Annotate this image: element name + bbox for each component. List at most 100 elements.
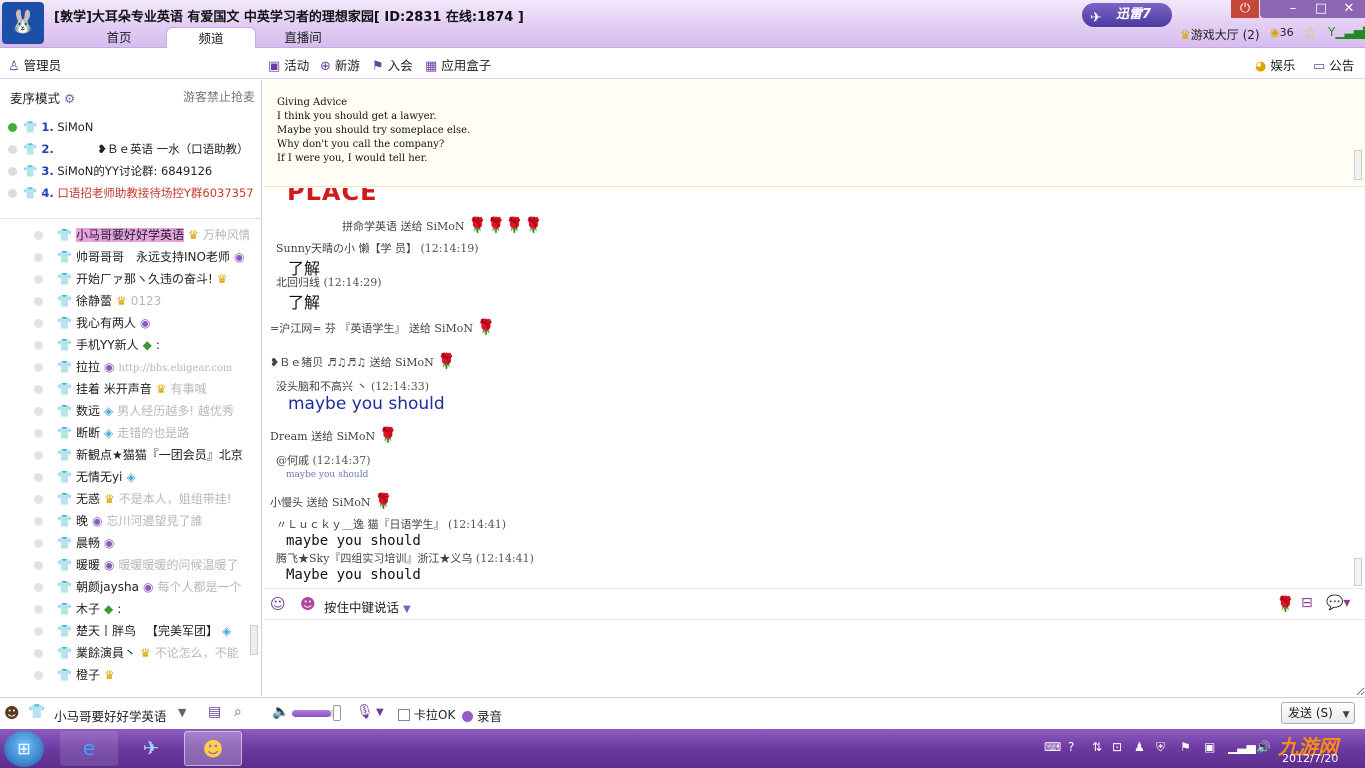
user-list-item[interactable]: 👕 暖暖 ◉ 暖暖暖暖的问候温暖了 xyxy=(34,556,249,576)
rose-gift-icon[interactable]: 🌹 xyxy=(1276,595,1295,613)
microphone-icon[interactable]: 🎙 xyxy=(356,704,374,720)
power-icon[interactable]: ⏻ xyxy=(1231,0,1259,18)
user-list-item[interactable]: 👕 徐静蕾 ♛ 0123 xyxy=(34,292,249,312)
user-list-item[interactable]: 👕 数远 ◈ 男人经历越多! 越优秀 xyxy=(34,402,249,422)
mic-queue-item[interactable]: 👕 1. SiMoN xyxy=(8,120,93,140)
yy-app-icon[interactable]: ☻ xyxy=(184,731,242,766)
search-icon[interactable]: ⌕ xyxy=(234,704,242,720)
game-hall-link[interactable]: ♛游戏大厅 (2) xyxy=(1180,26,1260,43)
chevron-down-icon[interactable]: ▼ xyxy=(376,707,384,718)
yy-logo-icon[interactable]: 🐰 xyxy=(2,2,44,44)
admin-button[interactable]: ♙ 管理员 xyxy=(8,55,61,74)
app-box-button[interactable]: ▦ 应用盒子 xyxy=(425,55,491,74)
sender-name[interactable]: 〃Ｌｕｃｋｙ＿逸 猫『日语学生』 xyxy=(276,518,445,531)
notes-icon[interactable]: ▤ xyxy=(208,704,221,720)
maximize-icon[interactable]: □ xyxy=(1307,0,1335,18)
user-list-scrollbar[interactable] xyxy=(250,625,258,655)
user-list-item[interactable]: 👕 橙子 ♛ xyxy=(34,666,249,686)
send-button[interactable]: 发送 (S) ▼ xyxy=(1281,702,1355,724)
volume-slider[interactable] xyxy=(292,710,338,717)
karaoke-checkbox[interactable]: 卡拉OK xyxy=(398,706,455,723)
gift-box-icon[interactable]: ⊟ xyxy=(1301,595,1313,611)
entertainment-button[interactable]: ◕ 娱乐 xyxy=(1255,55,1295,74)
join-button[interactable]: ⚑ 入会 xyxy=(372,55,413,74)
new-game-button[interactable]: ⊕ 新游 xyxy=(320,55,360,74)
gift-message: 小慢头 送给 SiMoN 🌹 xyxy=(270,492,393,510)
user-list-item[interactable]: 👕 晨畅 ◉ xyxy=(34,534,249,554)
chat-bubble-icon[interactable]: 💬▾ xyxy=(1326,595,1350,611)
user-list-item[interactable]: 👕 小马哥要好好学英语 ♛ 万种风情 xyxy=(34,226,249,246)
star-icon[interactable]: ☆ xyxy=(1303,23,1317,42)
user-list-item[interactable]: 👕 无惑 ♛ 不是本人，姐组带挂! xyxy=(34,490,249,510)
user-list-item[interactable]: 👕 无情无yi ◈ xyxy=(34,468,249,488)
user-list-item[interactable]: 👕 晚 ◉ 忘川河邊望見了誰 xyxy=(34,512,249,532)
rose-icon: 🌹 xyxy=(378,426,398,444)
user-list-item[interactable]: 👕 开始ㄏァ那ヽ久违の奋斗! ♛ xyxy=(34,270,249,290)
system-clock-date[interactable]: 2012/7/20 xyxy=(1282,752,1338,765)
tab-live[interactable]: 直播间 xyxy=(258,27,348,48)
device-icon[interactable]: ▣ xyxy=(1204,740,1215,754)
volume-icon[interactable]: 🔊 xyxy=(1256,740,1271,754)
tab-home[interactable]: 首页 xyxy=(78,27,160,48)
signal-bars-icon[interactable]: ▁▃▅ xyxy=(1228,740,1256,754)
face-sticker-icon[interactable]: ☻ xyxy=(300,595,316,613)
sender-name[interactable]: 没头脑和不高兴 丶 xyxy=(276,380,368,393)
internet-explorer-icon[interactable]: e xyxy=(60,731,118,766)
user-list-item[interactable]: 👕 朝颜jaysha ◉ 每个人都是一个 xyxy=(34,578,249,598)
chevron-down-icon[interactable]: ▼ xyxy=(178,706,186,719)
queue-name: 口语招老师助教接待场控Y群6037357 xyxy=(57,186,254,200)
tab-channel[interactable]: 频道 xyxy=(166,27,256,48)
user-list-item[interactable]: 👕 手机YY新人 ◆: xyxy=(34,336,249,356)
minimize-icon[interactable]: – xyxy=(1279,0,1307,18)
qq-icon[interactable]: ♟ xyxy=(1134,740,1145,754)
self-name[interactable]: 小马哥要好好学英语 xyxy=(54,706,167,725)
user-signature: 永远支持INO老师 xyxy=(135,250,230,264)
xunlei-bird-icon: ✈ xyxy=(1090,10,1102,26)
mic-queue-item[interactable]: 👕 4. 口语招老师助教接待场控Y群6037357 xyxy=(8,185,254,205)
user-list-item[interactable]: 👕 新観点★猫猫『一团会员』北京 xyxy=(34,446,249,466)
emoji-icon[interactable]: ☺ xyxy=(270,595,286,613)
sender-name[interactable]: 北回归线 xyxy=(276,276,320,289)
sender-name[interactable]: @何戚 xyxy=(276,454,309,467)
broadcast-scrollbar[interactable] xyxy=(1354,150,1362,180)
mic-queue-item[interactable]: 👕 2. ❥Ｂｅ英语 一水（口语助教） xyxy=(8,141,249,161)
close-icon[interactable]: ✕ xyxy=(1335,0,1363,18)
bird-app-icon[interactable]: ✈ xyxy=(122,731,180,766)
message-time: (12:14:37) xyxy=(312,454,371,467)
keyboard-icon[interactable]: ⌨ xyxy=(1044,740,1061,754)
mic-mode-selector[interactable]: 麦序模式 ⚙ xyxy=(10,88,75,107)
user-list-item[interactable]: 👕 帅哥哥哥 永远支持INO老师 ◉ xyxy=(34,248,249,268)
flag-icon[interactable]: ⚑ xyxy=(1180,740,1191,754)
language-icon[interactable]: ⊡ xyxy=(1112,740,1122,754)
coin-counter[interactable]: ◉36 xyxy=(1270,26,1294,39)
avatar[interactable]: ☻ xyxy=(4,704,20,722)
user-list-item[interactable]: 👕 拉拉 ◉ http://bbs.ebigear.com xyxy=(34,358,249,378)
start-button[interactable]: ⊞ xyxy=(4,731,44,767)
user-list-item[interactable]: 👕 挂着 米开声音 ♛ 有事喊 xyxy=(34,380,249,400)
chat-scrollbar[interactable] xyxy=(1354,558,1362,586)
message-input[interactable] xyxy=(264,620,1365,696)
mic-queue-item[interactable]: 👕 3. SiMoN的YY讨论群: 6849126 xyxy=(8,163,212,183)
user-list-item[interactable]: 👕 我心有两人 ◉ xyxy=(34,314,249,334)
network-icon[interactable]: ⇅ xyxy=(1092,740,1102,754)
xunlei-button[interactable]: ✈ 迅雷7 xyxy=(1082,3,1172,27)
volume-slider-handle[interactable] xyxy=(333,705,341,721)
user-list-item[interactable]: 👕 断断 ◈ 走错的也是路 xyxy=(34,424,249,444)
activity-button[interactable]: ▣ 活动 xyxy=(268,55,309,74)
user-list-item[interactable]: 👕 業餘演員丶 ♛ 不论怎么，不能 xyxy=(34,644,249,664)
announcement-button[interactable]: ▭ 公告 xyxy=(1313,55,1354,74)
speaker-icon[interactable]: 🔈 xyxy=(272,704,289,720)
push-to-talk-dropdown[interactable]: 按住中键说话 ▼ xyxy=(324,597,411,616)
sender-name[interactable]: Sunny天晴の小 懒【学 员】 xyxy=(276,242,417,255)
user-list-item[interactable]: 👕 楚天丨胖鸟 【完美军团】 ◈ xyxy=(34,622,249,642)
sender-name[interactable]: 腾飞★Sky『四组实习培训』浙江★义乌 xyxy=(276,552,472,565)
help-icon[interactable]: ? xyxy=(1068,740,1074,754)
settings-icon[interactable]: ⚙ xyxy=(64,91,75,106)
gem-icon: ◈ xyxy=(126,470,136,484)
shield-icon[interactable]: ⛨ xyxy=(1156,740,1165,755)
user-list-item[interactable]: 👕 木子 ◆: xyxy=(34,600,249,620)
checkbox-box[interactable] xyxy=(398,709,410,721)
gift-message: ❥Ｂｅ猪贝 ♬♫♬♫ 送给 SiMoN 🌹 xyxy=(270,352,456,370)
guest-ban-label[interactable]: 游客禁止抢麦 xyxy=(183,88,255,105)
record-button[interactable]: 录音 xyxy=(462,706,502,725)
